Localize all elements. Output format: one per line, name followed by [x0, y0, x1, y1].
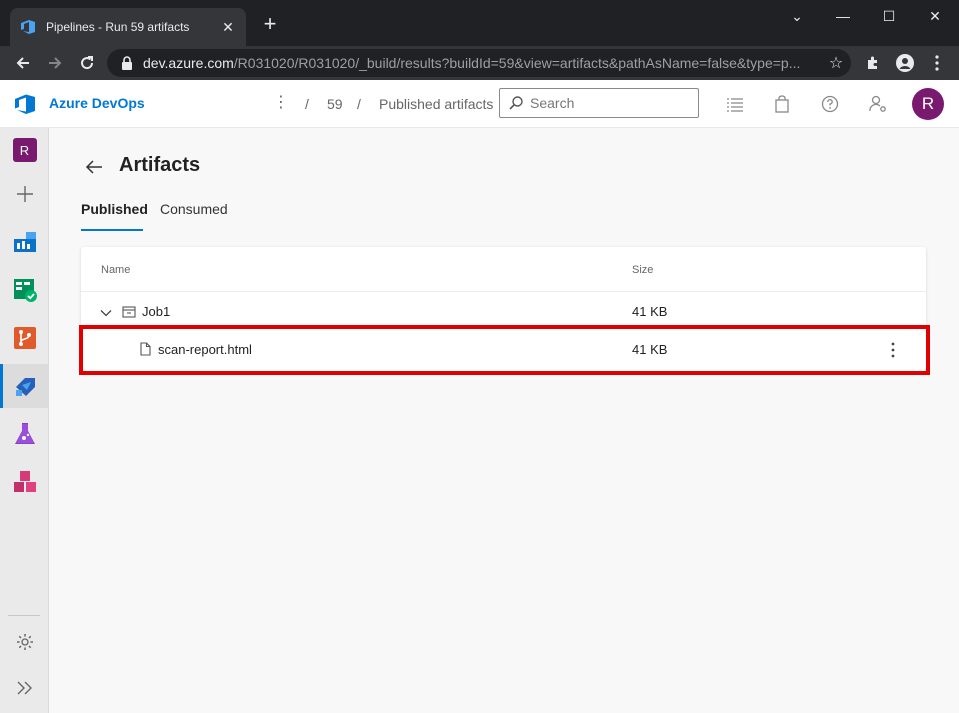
more-actions-icon[interactable] [886, 340, 900, 360]
table-row-folder[interactable]: Job1 41 KB [81, 292, 926, 330]
nav-project-settings[interactable] [0, 620, 49, 664]
back-nav-icon[interactable] [11, 51, 35, 75]
file-icon [140, 342, 151, 356]
nav-divider [8, 615, 40, 616]
reload-icon[interactable] [75, 51, 99, 75]
azure-devops-logo-icon[interactable] [14, 93, 36, 115]
maximize-button[interactable]: ☐ [866, 0, 912, 32]
search-icon [509, 96, 523, 110]
breadcrumb-separator: / [305, 96, 309, 112]
gear-icon [16, 634, 33, 650]
breadcrumb-separator: / [357, 96, 361, 112]
project-badge: R [12, 138, 37, 162]
left-nav: R [0, 128, 49, 713]
url-text: dev.azure.com/R031020/R031020/_build/res… [143, 55, 801, 71]
table-row-file[interactable]: scan-report.html 41 KB [81, 331, 926, 369]
search-input[interactable] [530, 95, 690, 111]
nav-test-plans[interactable] [0, 412, 49, 456]
folder-size: 41 KB [632, 304, 668, 319]
file-name[interactable]: scan-report.html [158, 342, 252, 357]
marketplace-bag-icon[interactable] [770, 92, 794, 116]
page-title: Artifacts [119, 154, 201, 176]
user-avatar[interactable]: R [912, 88, 944, 120]
user-settings-icon[interactable] [866, 92, 890, 116]
new-tab-button[interactable]: + [258, 12, 282, 36]
tab-consumed[interactable]: Consumed [160, 201, 228, 217]
work-items-list-icon[interactable] [723, 92, 747, 116]
azure-devops-favicon-icon [21, 20, 35, 34]
nav-expand[interactable] [0, 666, 49, 710]
overview-icon [13, 232, 36, 252]
tab-close-icon[interactable]: ✕ [220, 19, 236, 36]
profile-icon[interactable] [893, 51, 917, 75]
browser-menu-icon[interactable] [925, 51, 949, 75]
nav-boards[interactable] [0, 268, 49, 312]
browser-toolbar: dev.azure.com/R031020/R031020/_build/res… [0, 46, 959, 80]
help-icon[interactable] [818, 92, 842, 116]
back-arrow-icon[interactable] [84, 157, 104, 177]
artifacts-table: Name Size Job1 41 KB scan-report.html 41… [81, 247, 926, 371]
minimize-button[interactable]: — [820, 0, 866, 32]
column-header-size[interactable]: Size [632, 264, 653, 276]
nav-new[interactable] [0, 172, 49, 216]
artifacts-icon [13, 471, 36, 492]
browser-tab[interactable]: Pipelines - Run 59 artifacts ✕ [10, 8, 246, 46]
nav-pipelines[interactable] [0, 364, 49, 408]
extensions-icon[interactable] [861, 51, 885, 75]
breadcrumb-published-artifacts[interactable]: Published artifacts [379, 96, 493, 112]
plus-icon [16, 186, 33, 202]
lock-icon [122, 56, 132, 70]
brand-name[interactable]: Azure DevOps [49, 95, 145, 111]
double-chevron-right-icon [17, 681, 32, 695]
address-bar[interactable]: dev.azure.com/R031020/R031020/_build/res… [107, 49, 851, 77]
test-plans-icon [14, 423, 35, 444]
browser-tab-bar: Pipelines - Run 59 artifacts ✕ + ⌄ — ☐ ✕ [0, 0, 959, 46]
nav-overview[interactable] [0, 220, 49, 264]
search-box[interactable] [499, 88, 699, 118]
file-size: 41 KB [632, 342, 668, 357]
forward-nav-icon[interactable] [43, 51, 67, 75]
active-tab-indicator [81, 229, 143, 231]
close-window-button[interactable]: ✕ [912, 0, 958, 32]
browser-tab-title: Pipelines - Run 59 artifacts [46, 20, 190, 34]
tab-search-icon[interactable]: ⌄ [774, 0, 820, 32]
app-header: Azure DevOps ⋮ / 59 / Published artifact… [0, 80, 959, 128]
bookmark-star-icon[interactable]: ☆ [821, 53, 851, 73]
chevron-down-icon[interactable] [100, 307, 112, 319]
breadcrumb-run[interactable]: 59 [327, 96, 343, 112]
repos-icon [13, 327, 36, 349]
nav-project[interactable]: R [0, 128, 49, 172]
boards-icon [13, 279, 37, 302]
nav-repos[interactable] [0, 316, 49, 360]
pipelines-icon [16, 378, 35, 396]
column-header-name[interactable]: Name [101, 264, 130, 276]
tab-published[interactable]: Published [81, 201, 148, 217]
breadcrumb-more-icon[interactable]: ⋮ [273, 92, 289, 112]
build-job-icon [122, 306, 136, 318]
nav-artifacts[interactable] [0, 460, 49, 504]
folder-name: Job1 [142, 304, 171, 319]
